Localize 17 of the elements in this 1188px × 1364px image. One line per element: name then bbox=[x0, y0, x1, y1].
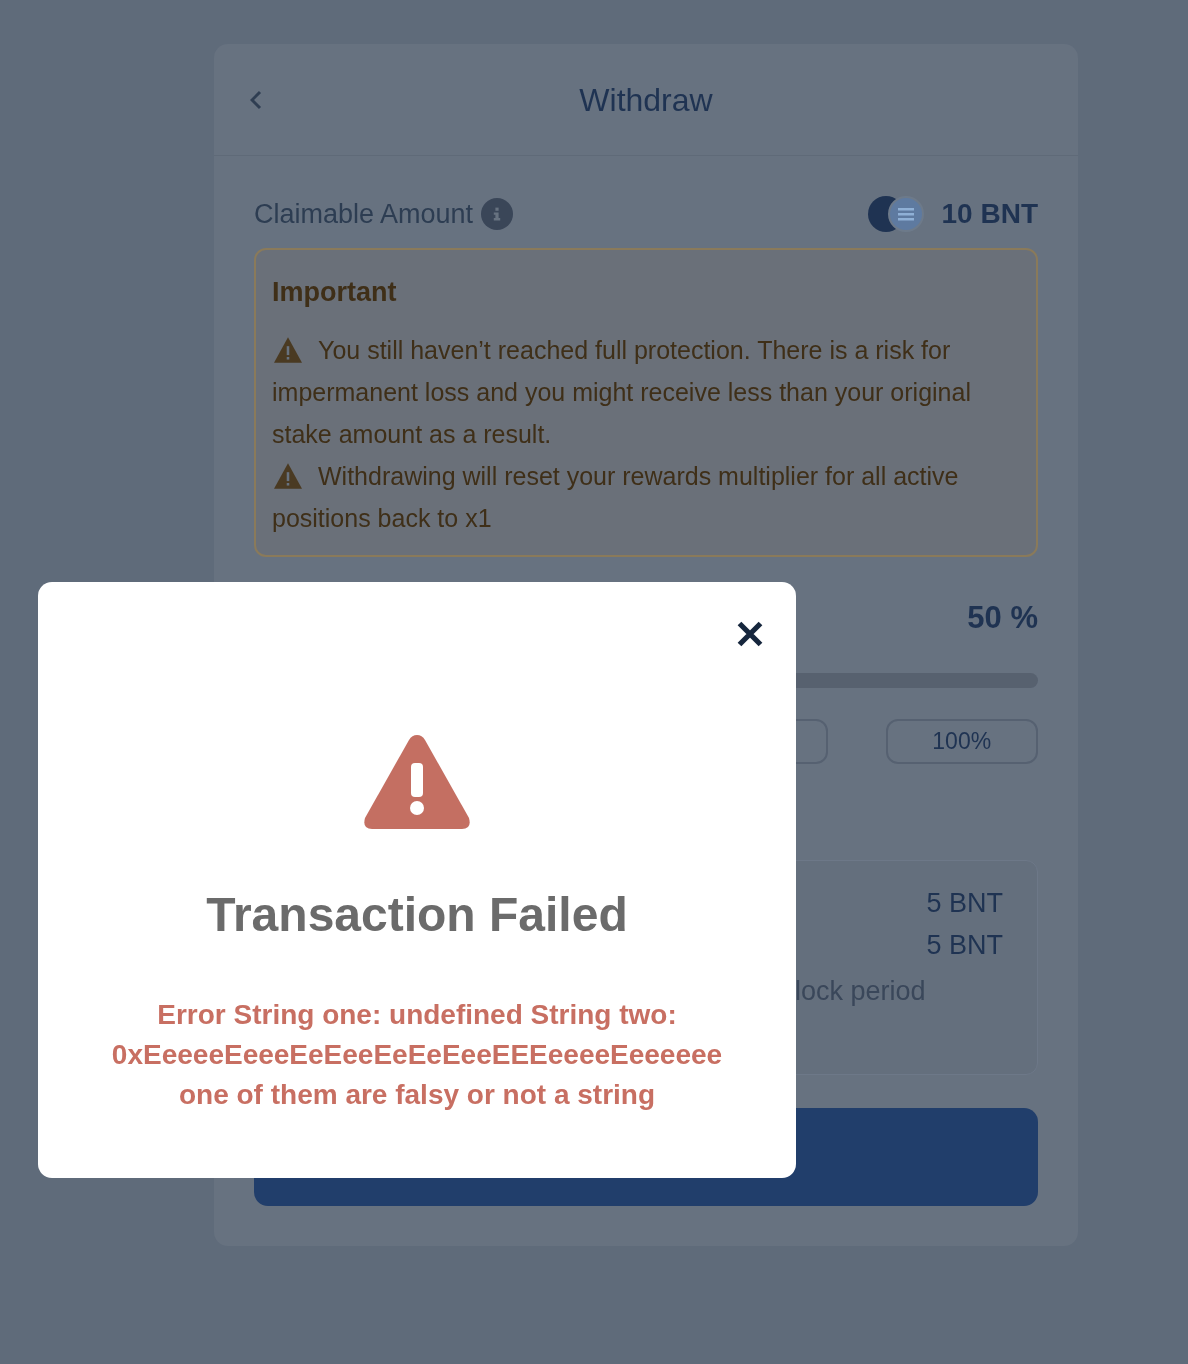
warning-text: You still haven’t reached full protection. There is a risk for impermanent loss and you might receive less than your original stake amount as a result. bbox=[272, 334, 972, 450]
notice-title: Important bbox=[272, 276, 398, 309]
percent-button[interactable]: 100% bbox=[885, 719, 1038, 764]
claimable-amount: 10 BNT bbox=[941, 197, 1038, 231]
warning-text: Withdrawing will reset your rewards multiplier for all active positions back to x1 bbox=[272, 460, 960, 534]
detail-value: 5 BNT bbox=[926, 929, 1003, 962]
warning-icon bbox=[272, 461, 304, 490]
info-icon[interactable] bbox=[481, 198, 514, 230]
error-message: Error String one: undefined String two: 0xEeeeeEeeeEeEeeEeEeEeeEEEeeeeEeeeeee one of them are falsy or not a string bbox=[111, 998, 723, 1112]
warning-icon bbox=[272, 335, 304, 364]
detail-value: 5 BNT bbox=[926, 887, 1003, 920]
percent-reading: 50 % bbox=[967, 598, 1038, 637]
modal-title: Transaction Failed bbox=[206, 887, 628, 943]
warning-icon bbox=[362, 733, 472, 831]
card-title: Withdraw bbox=[578, 80, 714, 120]
back-icon[interactable] bbox=[250, 89, 262, 110]
claimable-label: Claimable Amount bbox=[254, 197, 474, 231]
